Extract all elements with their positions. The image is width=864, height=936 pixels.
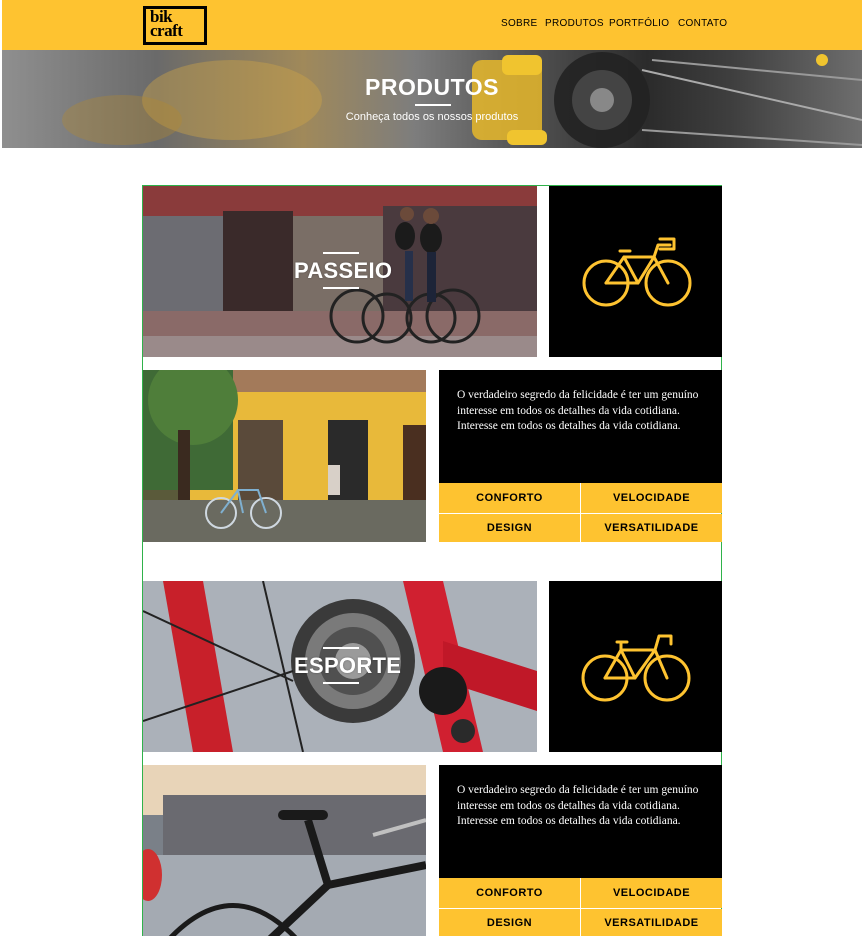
feature-design: DESIGN — [439, 909, 580, 936]
feature-conforto: CONFORTO — [439, 878, 580, 908]
site-header: bik craft SOBRE PRODUTOS PORTFÓLIO CONTA… — [2, 0, 862, 50]
product-passeio-image[interactable]: PASSEIO — [143, 186, 537, 357]
road-bike-icon-box — [549, 581, 722, 752]
product-description: O verdadeiro segredo da felicidade é ter… — [457, 784, 699, 827]
products-container: PASSEIO O verdadeiro segredo da felicida… — [142, 185, 722, 936]
product-title-line-top — [323, 647, 359, 649]
page-title: PRODUTOS — [365, 74, 499, 100]
product-esporte-image[interactable]: ESPORTE — [143, 581, 537, 752]
product-title-line-top — [323, 252, 359, 254]
product-description: O verdadeiro segredo da felicidade é ter… — [457, 389, 699, 432]
main-nav: SOBRE PRODUTOS PORTFÓLIO CONTATO — [2, 18, 862, 32]
product-title-line-bottom — [323, 287, 359, 289]
product-title-passeio: PASSEIO — [294, 258, 393, 283]
nav-link-contato[interactable]: CONTATO — [678, 18, 727, 29]
feature-versatilidade: VERSATILIDADE — [581, 909, 722, 936]
feature-versatilidade: VERSATILIDADE — [581, 514, 722, 542]
feature-design: DESIGN — [439, 514, 580, 542]
nav-link-sobre[interactable]: SOBRE — [501, 18, 538, 29]
page-subtitle: Conheça todos os nossos produtos — [345, 111, 519, 123]
feature-velocidade: VELOCIDADE — [581, 878, 722, 908]
product-esporte-description-box: O verdadeiro segredo da felicidade é ter… — [439, 765, 722, 878]
product-passeio-description-box: O verdadeiro segredo da felicidade é ter… — [439, 370, 722, 483]
nav-link-produtos[interactable]: PRODUTOS — [545, 18, 604, 29]
road-bike-icon — [581, 634, 691, 702]
product-title-line-bottom — [323, 682, 359, 684]
city-bike-icon-box — [549, 186, 722, 357]
nav-link-portfolio[interactable]: PORTFÓLIO — [609, 18, 669, 29]
city-bike-icon — [582, 237, 692, 307]
feature-velocidade: VELOCIDADE — [581, 483, 722, 513]
product-esporte-photo-2 — [143, 765, 426, 936]
product-passeio-photo-2 — [143, 370, 426, 542]
title-underline — [415, 104, 451, 106]
feature-conforto: CONFORTO — [439, 483, 580, 513]
page-banner: PRODUTOS Conheça todos os nossos produto… — [2, 50, 862, 148]
product-title-esporte: ESPORTE — [294, 653, 402, 678]
